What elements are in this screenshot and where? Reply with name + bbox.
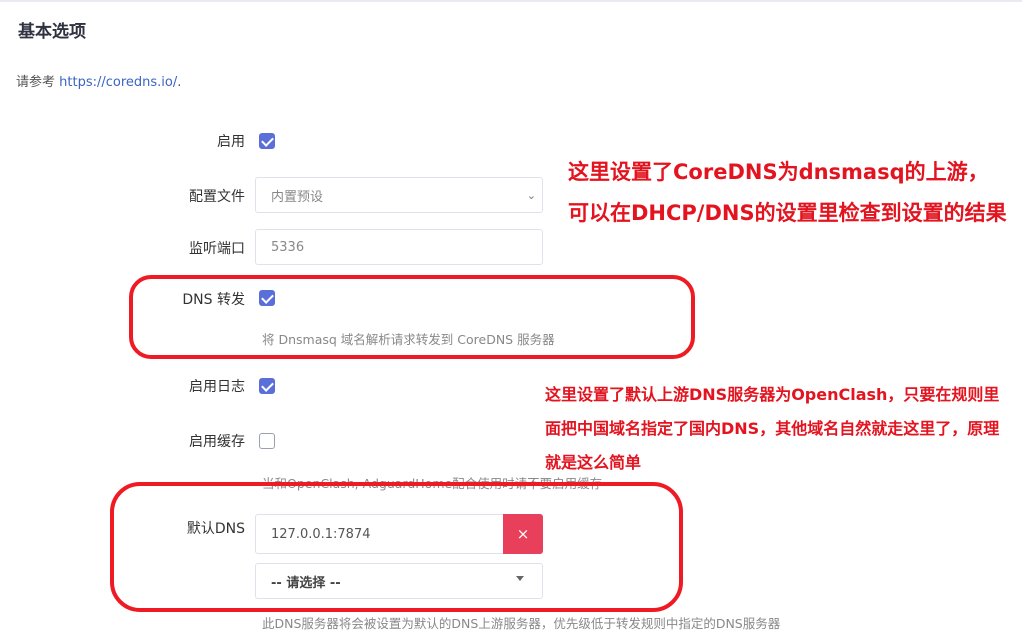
enable-log-label: 启用日志: [189, 379, 245, 395]
annotation-note-2: 这里设置了默认上游DNS服务器为OpenClash，只要在规则里面把中国域名指定…: [545, 385, 1000, 472]
listen-port-placeholder: 5336: [271, 239, 305, 255]
top-border: [0, 0, 1022, 2]
enable-checkbox[interactable]: [259, 133, 275, 149]
reference-suffix: .: [177, 75, 182, 90]
config-file-select[interactable]: 内置预设 ⌄: [255, 177, 543, 213]
enable-log-checkbox[interactable]: [259, 378, 275, 394]
reference-text: 请参考 https://coredns.io/.: [16, 71, 181, 90]
annotation-box-dns-forward: [129, 275, 695, 359]
listen-port-label: 监听端口: [189, 241, 245, 257]
config-file-value: 内置预设: [271, 189, 324, 205]
chevron-down-icon: ⌄: [526, 189, 536, 202]
listen-port-input[interactable]: 5336: [255, 229, 543, 265]
section-title: 基本选项: [18, 22, 86, 42]
annotation-note-1: 这里设置了CoreDNS为dnsmasq的上游，可以在DHCP/DNS的设置里检…: [568, 160, 1007, 225]
enable-cache-checkbox[interactable]: [259, 433, 275, 449]
config-file-label: 配置文件: [189, 189, 245, 205]
coredns-link[interactable]: https://coredns.io/: [59, 75, 177, 90]
annotation-box-default-dns: [110, 482, 683, 612]
default-dns-hint: 此DNS服务器将会被设置为默认的DNS上游服务器，优先级低于转发规则中指定的DN…: [262, 616, 781, 631]
enable-cache-label: 启用缓存: [189, 434, 245, 450]
reference-prefix: 请参考: [16, 75, 60, 90]
enable-label: 启用: [217, 134, 245, 150]
